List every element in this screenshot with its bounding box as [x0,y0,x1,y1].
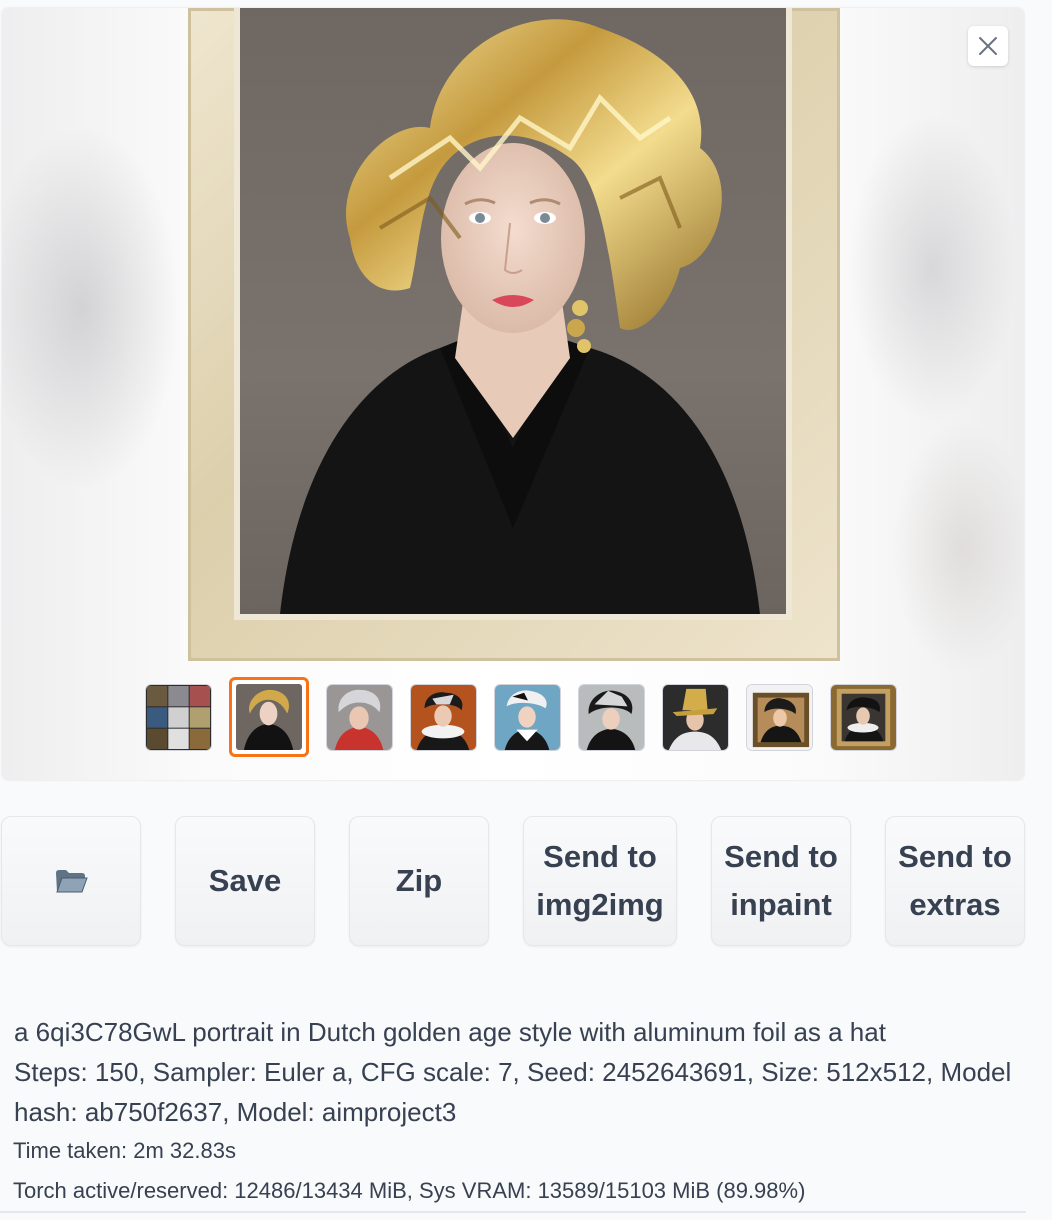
time-taken: Time taken: 2m 32.83s [13,1138,236,1163]
thumbnail-grid[interactable] [145,683,212,751]
divider [0,1211,1026,1213]
portrait-canvas [240,8,786,614]
thumbnail-image [831,684,896,750]
send-to-inpaint-label: Send to inpaint [724,833,838,929]
thumbnail-image [411,684,476,750]
thumbnail-strip [145,677,897,757]
save-button-label: Save [208,863,282,898]
prompt-text: a 6qi3C78GwL portrait in Dutch golden ag… [14,1017,886,1047]
zip-button[interactable]: Zip [349,816,489,946]
send-to-extras-label: Send to extras [898,833,1012,929]
thumbnail-framed-portrait-tilted[interactable] [746,683,813,751]
send-to-img2img-label: Send to img2img [536,833,663,929]
save-button[interactable]: Save [175,816,315,946]
vram-usage: Torch active/reserved: 12486/13434 MiB, … [13,1178,806,1203]
send-to-img2img-line1: Send to [543,839,657,874]
portrait-illustration [280,19,760,614]
thumbnail-silver-hat-gray[interactable] [578,683,645,751]
zip-button-label: Zip [395,863,443,898]
params-text-line2: hash: ab750f2637, Model: aimproject3 [14,1097,457,1127]
close-button[interactable] [968,26,1008,66]
send-to-img2img-button[interactable]: Send to img2img [523,816,677,946]
thumbnail-ornate-gold-frame[interactable] [830,683,897,751]
thumbnail-image [327,684,392,750]
send-to-extras-button[interactable]: Send to extras [885,816,1025,946]
image-gallery [2,8,1024,780]
send-to-extras-line1: Send to [898,839,1012,874]
thumbnail-image [747,684,812,750]
thumbnail-blue-background[interactable] [494,683,561,751]
thumbnail-grid-image [146,684,211,750]
main-preview-image[interactable] [188,8,840,661]
thumbnail-selected[interactable] [229,677,309,757]
thumbnail-gold-foil-portrait [236,684,302,750]
send-to-inpaint-button[interactable]: Send to inpaint [711,816,851,946]
thumbnail-image [579,684,644,750]
thumbnail-image [495,684,560,750]
thumbnail-ruff-collar-orange[interactable] [410,683,477,751]
close-icon [979,37,997,55]
open-folder-button[interactable] [1,816,141,946]
send-to-inpaint-line1: Send to [724,839,838,874]
send-to-inpaint-line2: inpaint [730,887,832,922]
params-text-line1: Steps: 150, Sampler: Euler a, CFG scale:… [14,1057,1012,1087]
folder-icon [56,870,88,893]
generation-info: a 6qi3C78GwL portrait in Dutch golden ag… [14,1012,1024,1132]
thumbnail-gold-tall-hat[interactable] [662,683,729,751]
send-to-extras-line2: extras [909,887,1001,922]
thumbnail-silver-foil-red-shirt[interactable] [326,683,393,751]
send-to-img2img-line2: img2img [536,887,664,922]
thumbnail-image [663,684,728,750]
